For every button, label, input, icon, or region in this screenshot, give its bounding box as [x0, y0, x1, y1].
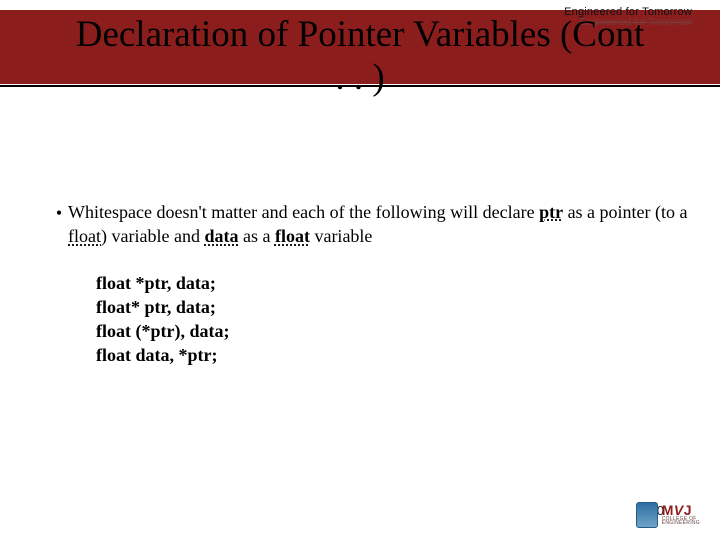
code-line-1: float *ptr, data; [96, 271, 690, 295]
code-line-2: float* ptr, data; [96, 295, 690, 319]
bullet-seg-4: as a [238, 226, 274, 246]
bullet-seg-3: ) variable and [101, 226, 204, 246]
slide-title: Declaration of Pointer Variables (Cont .… [0, 14, 720, 99]
code-line-4: float data, *ptr; [96, 343, 690, 367]
bullet-float-1: float [68, 226, 101, 246]
college-logo-icon [636, 502, 658, 528]
bullet-seg-2: as a pointer (to a [563, 202, 687, 222]
slide: Engineered for Tomorrow Engineered for T… [0, 0, 720, 540]
college-logo-main: MVJ [662, 504, 700, 517]
bullet-seg-5: variable [310, 226, 372, 246]
bullet-seg-1: Whitespace doesn't matter and each of th… [68, 202, 539, 222]
body-content: • Whitespace doesn't matter and each of … [50, 200, 690, 368]
bullet-float-2: float [275, 226, 310, 246]
bullet-data: data [204, 226, 238, 246]
title-line-2: . . ) [0, 57, 720, 100]
bullet-item: • Whitespace doesn't matter and each of … [50, 200, 690, 249]
code-block: float *ptr, data; float* ptr, data; floa… [96, 271, 690, 368]
bullet-text: Whitespace doesn't matter and each of th… [68, 200, 690, 249]
title-line-1: Declaration of Pointer Variables (Cont [0, 14, 720, 57]
college-logo-sub-2: ENGINEERING [662, 521, 700, 526]
code-line-3: float (*ptr), data; [96, 319, 690, 343]
college-logo-text: MVJ COLLEGE OF ENGINEERING [662, 504, 700, 526]
college-logo: MVJ COLLEGE OF ENGINEERING [636, 502, 700, 528]
bullet-marker: • [50, 200, 68, 225]
bullet-ptr: ptr [539, 202, 563, 222]
